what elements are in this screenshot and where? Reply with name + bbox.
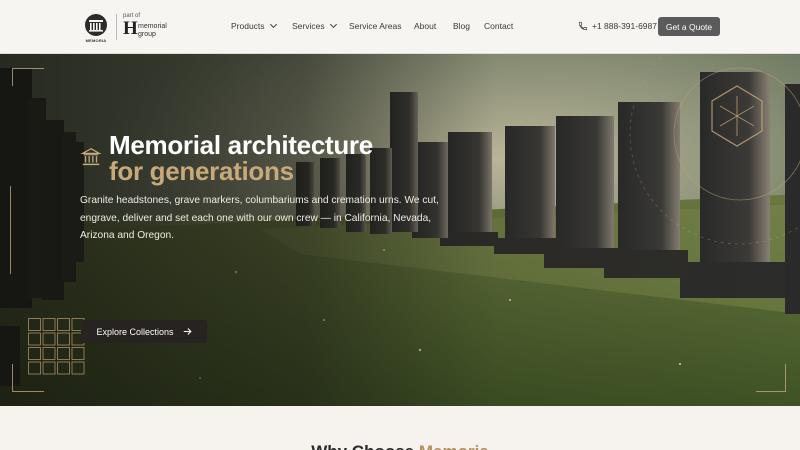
nav-about[interactable]: About xyxy=(414,21,436,31)
nav-services-label: Services xyxy=(292,21,325,31)
memorial-group-line2: group xyxy=(138,31,156,38)
nav-services[interactable]: Services xyxy=(292,20,337,31)
phone-number: +1 888-391-6987 xyxy=(592,21,657,31)
hero-description: Granite headstones, grave markers, colum… xyxy=(80,195,439,241)
why-choose-section: Why Choose Memoria xyxy=(0,406,800,450)
nav-about-label: About xyxy=(414,21,437,31)
explore-collections-label: Explore Collections xyxy=(96,326,174,337)
phone-icon xyxy=(578,21,588,31)
why-choose-accent: Memoria xyxy=(419,442,489,450)
hero-title-line2: for generations xyxy=(109,156,294,186)
chevron-down-icon xyxy=(329,20,337,29)
why-choose-prefix: Why Choose xyxy=(311,442,414,450)
nav-blog-label: Blog xyxy=(453,21,471,31)
phone-link[interactable]: +1 888-391-6987 xyxy=(578,21,657,31)
nav-products[interactable]: Products xyxy=(231,20,277,31)
nav-contact-label: Contact xyxy=(484,21,514,31)
corner-bracket-top-left xyxy=(12,68,44,86)
temple-icon xyxy=(80,148,102,166)
nav-contact[interactable]: Contact xyxy=(484,21,513,31)
corner-bracket-bottom-right xyxy=(756,364,786,392)
chevron-down-icon xyxy=(269,20,277,29)
nav-service-areas[interactable]: Service Areas xyxy=(349,21,401,31)
brand-divider xyxy=(116,14,117,40)
why-choose-heading: Why Choose Memoria xyxy=(0,442,800,450)
arrow-right-icon xyxy=(183,328,192,335)
get-quote-button[interactable]: Get a Quote xyxy=(658,17,720,36)
h-memorial-group-mark[interactable]: H xyxy=(123,19,138,38)
memorial-group-text[interactable]: memorial group xyxy=(138,23,167,39)
nav-blog[interactable]: Blog xyxy=(453,21,470,31)
hero-section: Memorial architecture for generations Gr… xyxy=(0,54,800,406)
side-bracket-left xyxy=(10,186,16,274)
explore-collections-button[interactable]: Explore Collections xyxy=(81,320,207,343)
site-header: MEMORIA part of H memorial group Product… xyxy=(0,0,800,54)
memorial-group-line1: memorial xyxy=(138,23,167,30)
nav-service-areas-label: Service Areas xyxy=(349,21,402,31)
nav-products-label: Products xyxy=(231,21,265,31)
logo-wordmark: MEMORIA xyxy=(85,38,107,43)
grid-pattern-decoration xyxy=(28,318,85,375)
